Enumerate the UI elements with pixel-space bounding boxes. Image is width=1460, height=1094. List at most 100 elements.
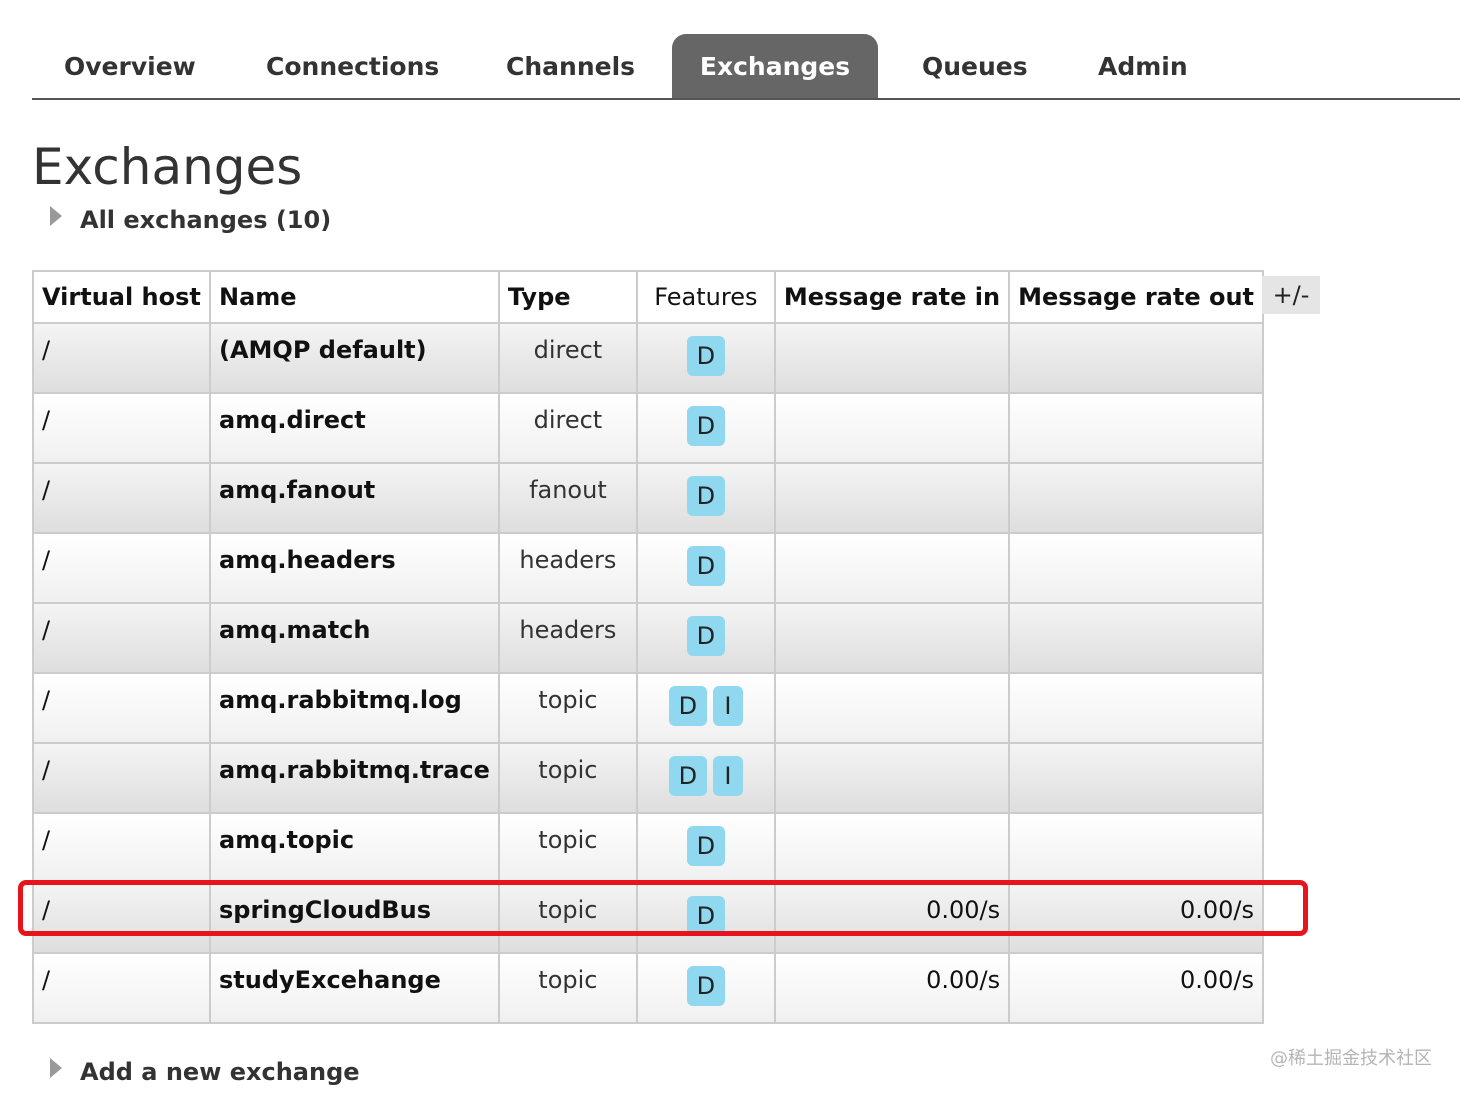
- cell-name-link[interactable]: amq.headers: [209, 532, 500, 604]
- cell-features: D: [635, 602, 776, 674]
- all-exchanges-toggle[interactable]: All exchanges (10): [50, 206, 331, 234]
- cell-features: D: [635, 392, 776, 464]
- durable-badge: D: [668, 686, 707, 726]
- cell-vhost: /: [32, 672, 211, 744]
- nav-tab-exchanges[interactable]: Exchanges: [672, 34, 878, 98]
- durable-badge: D: [686, 616, 725, 656]
- durable-badge: D: [686, 896, 725, 936]
- cell-type: direct: [497, 322, 638, 394]
- cell-type: topic: [497, 672, 638, 744]
- cell-rate-in: [773, 742, 1011, 814]
- column-header-type[interactable]: Type: [497, 270, 638, 324]
- durable-badge: D: [686, 546, 725, 586]
- durable-badge: D: [686, 406, 725, 446]
- cell-features: D: [635, 322, 776, 394]
- internal-badge: I: [712, 756, 743, 796]
- all-exchanges-label: All exchanges (10): [80, 206, 332, 234]
- nav-tab-admin[interactable]: Admin: [1066, 34, 1220, 98]
- expand-triangle-icon: [50, 1058, 62, 1078]
- durable-badge: D: [686, 336, 725, 376]
- cell-type: fanout: [497, 462, 638, 534]
- top-nav: Overview Connections Channels Exchanges …: [32, 34, 1460, 100]
- cell-type: topic: [497, 882, 638, 954]
- cell-rate-in: [773, 812, 1011, 884]
- table-row: / amq.direct direct D: [32, 392, 1265, 464]
- table-row: / amq.rabbitmq.log topic D I: [32, 672, 1265, 744]
- cell-rate-out: [1008, 742, 1265, 814]
- table-row: / amq.match headers D: [32, 602, 1265, 674]
- cell-vhost: /: [32, 532, 211, 604]
- cell-rate-out: 0.00/s: [1008, 952, 1265, 1024]
- cell-rate-in: [773, 322, 1011, 394]
- cell-vhost: /: [32, 882, 211, 954]
- column-header-features: Features: [635, 270, 776, 324]
- column-header-rate-out[interactable]: Message rate out: [1008, 270, 1265, 324]
- cell-rate-out: [1008, 812, 1265, 884]
- cell-vhost: /: [32, 812, 211, 884]
- cell-rate-in: [773, 392, 1011, 464]
- cell-rate-in: [773, 532, 1011, 604]
- table-row: / amq.fanout fanout D: [32, 462, 1265, 534]
- cell-features: DI: [635, 672, 776, 744]
- cell-name-link[interactable]: (AMQP default): [209, 322, 500, 394]
- cell-vhost: /: [32, 952, 211, 1024]
- nav-tab-overview[interactable]: Overview: [32, 34, 228, 98]
- expand-triangle-icon: [50, 206, 62, 226]
- cell-rate-in: 0.00/s: [773, 882, 1011, 954]
- cell-rate-in: 0.00/s: [773, 952, 1011, 1024]
- exchanges-table: Virtual host Name Type Features Message …: [32, 270, 1265, 1024]
- cell-rate-out: [1008, 462, 1265, 534]
- cell-features: D: [635, 532, 776, 604]
- table-row: / amq.headers headers D: [32, 532, 1265, 604]
- cell-name-link[interactable]: amq.match: [209, 602, 500, 674]
- cell-name-link[interactable]: amq.direct: [209, 392, 500, 464]
- nav-tab-queues[interactable]: Queues: [890, 34, 1060, 98]
- cell-name-link[interactable]: amq.rabbitmq.trace: [209, 742, 500, 814]
- durable-badge: D: [686, 826, 725, 866]
- add-exchange-toggle[interactable]: Add a new exchange: [50, 1058, 360, 1086]
- durable-badge: D: [668, 756, 707, 796]
- cell-type: headers: [497, 532, 638, 604]
- cell-features: D: [635, 882, 776, 954]
- cell-rate-out: [1008, 532, 1265, 604]
- table-row: / amq.topic topic D: [32, 812, 1265, 884]
- cell-vhost: /: [32, 392, 211, 464]
- cell-type: headers: [497, 602, 638, 674]
- cell-type: topic: [497, 812, 638, 884]
- add-exchange-label: Add a new exchange: [80, 1058, 360, 1086]
- column-header-vhost[interactable]: Virtual host: [32, 270, 211, 324]
- column-header-name[interactable]: Name: [209, 270, 500, 324]
- cell-name-link[interactable]: studyExcehange: [209, 952, 500, 1024]
- table-row: / springCloudBus topic D 0.00/s 0.00/s: [32, 882, 1265, 954]
- cell-rate-out: [1008, 602, 1265, 674]
- cell-rate-out: 0.00/s: [1008, 882, 1265, 954]
- cell-type: direct: [497, 392, 638, 464]
- watermark: @稀土掘金技术社区: [1270, 1048, 1432, 1069]
- cell-name-link[interactable]: amq.topic: [209, 812, 500, 884]
- internal-badge: I: [712, 686, 743, 726]
- columns-toggle-button[interactable]: +/-: [1262, 276, 1320, 314]
- cell-features: D: [635, 952, 776, 1024]
- table-row: / amq.rabbitmq.trace topic D I: [32, 742, 1265, 814]
- cell-rate-out: [1008, 672, 1265, 744]
- nav-tab-connections[interactable]: Connections: [234, 34, 471, 98]
- cell-vhost: /: [32, 462, 211, 534]
- durable-badge: D: [686, 476, 725, 516]
- durable-badge: D: [686, 966, 725, 1006]
- table-row: / studyExcehange topic D 0.00/s 0.00/s: [32, 952, 1265, 1024]
- cell-vhost: /: [32, 602, 211, 674]
- cell-rate-out: [1008, 322, 1265, 394]
- cell-type: topic: [497, 952, 638, 1024]
- cell-name-link[interactable]: springCloudBus: [209, 882, 500, 954]
- cell-rate-in: [773, 602, 1011, 674]
- table-header-row: Virtual host Name Type Features Message …: [32, 270, 1265, 324]
- cell-features: D: [635, 462, 776, 534]
- nav-tab-channels[interactable]: Channels: [474, 34, 667, 98]
- column-header-rate-in[interactable]: Message rate in: [773, 270, 1011, 324]
- cell-type: topic: [497, 742, 638, 814]
- cell-name-link[interactable]: amq.rabbitmq.log: [209, 672, 500, 744]
- cell-vhost: /: [32, 322, 211, 394]
- cell-name-link[interactable]: amq.fanout: [209, 462, 500, 534]
- cell-features: DI: [635, 742, 776, 814]
- cell-features: D: [635, 812, 776, 884]
